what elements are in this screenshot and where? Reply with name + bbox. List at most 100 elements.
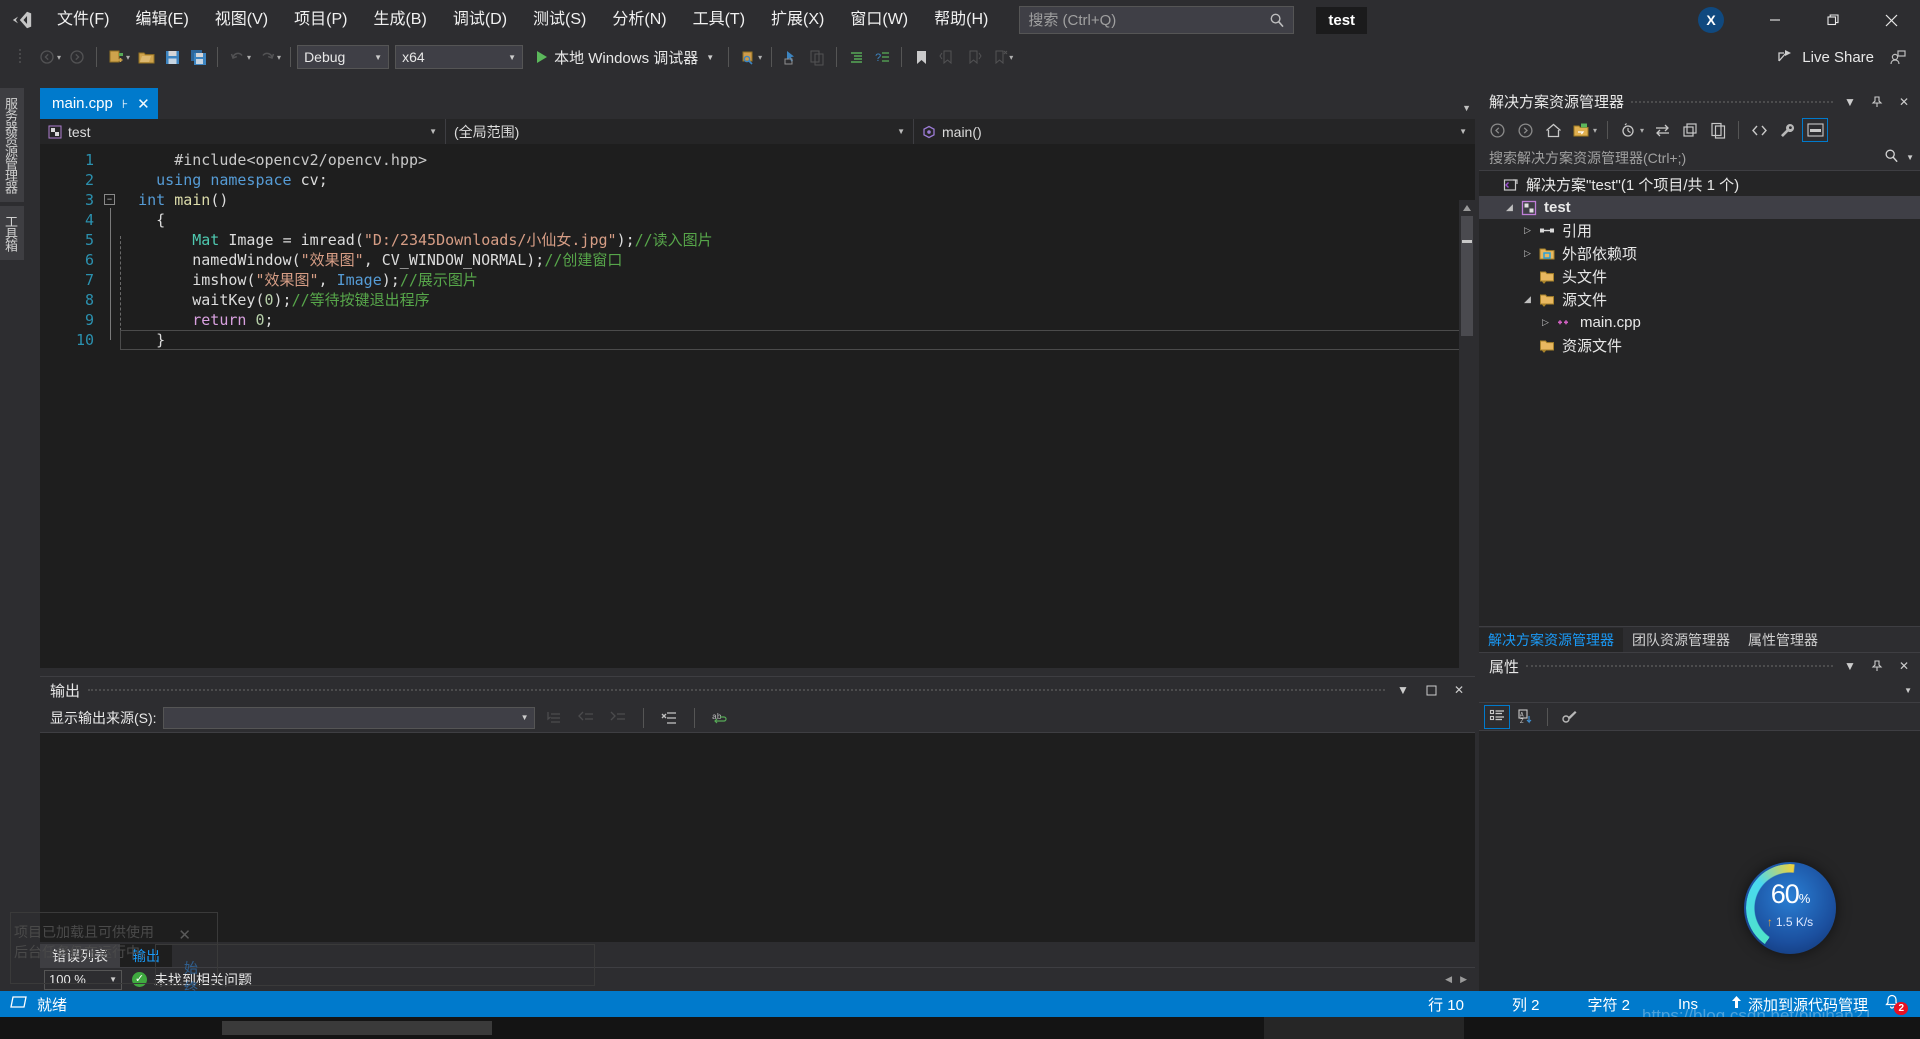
close-icon[interactable]: ✕ [1894,656,1914,676]
start-debugging-button[interactable]: 本地 Windows 调试器 ▼ [529,44,722,70]
search-input[interactable] [1028,11,1270,29]
solution-config-combo[interactable]: Debug ▼ [297,45,390,69]
account-avatar[interactable]: X [1698,7,1724,33]
collapse-main-icon[interactable]: − [104,194,115,205]
menu-debug[interactable]: 调试(D) [440,0,520,40]
select-element-icon[interactable] [778,44,804,70]
output-source-combo[interactable]: ▼ [162,706,535,729]
global-search-box[interactable] [1019,6,1295,34]
close-icon[interactable]: ✕ [137,95,150,113]
pin-icon[interactable] [1867,92,1887,112]
solution-tree[interactable]: 解决方案"test"(1 个项目/共 1 个) ◢ test ▷ 引用 ▷ 外部依赖项 头文件… [1479,171,1920,626]
pending-changes-icon[interactable] [1615,118,1641,142]
redo-icon[interactable] [254,44,280,70]
scroll-up-icon[interactable] [1459,200,1475,216]
nav-scope-combo[interactable]: (全局范围) ▼ [446,119,914,144]
tree-item-2[interactable]: ▷ 引用 [1479,219,1920,242]
close-icon[interactable]: ✕ [1449,680,1469,700]
nav-forward-icon[interactable] [1512,118,1538,142]
undo-icon[interactable] [224,44,250,70]
menu-tools[interactable]: 工具(T) [680,0,758,40]
add-to-source-control-button[interactable]: 添加到源代码管理 [1722,991,1876,1017]
chevron-down-icon[interactable]: ◢ [1519,294,1536,305]
collapse-all-icon[interactable] [1677,118,1703,142]
open-folder-icon[interactable] [133,44,159,70]
minimize-icon[interactable] [1746,0,1804,40]
menu-window[interactable]: 窗口(W) [837,0,921,40]
new-item-icon[interactable] [103,44,129,70]
scroll-left-icon[interactable]: ◀ [1441,974,1456,985]
output-text-body[interactable] [40,733,1475,966]
document-tab-main-cpp[interactable]: main.cpp ⊦ ✕ [40,88,158,119]
project-name-chip[interactable]: test [1316,6,1368,34]
menu-view[interactable]: 视图(V) [202,0,281,40]
save-icon[interactable] [159,44,185,70]
editor-horizontal-scrollbar[interactable]: ◀ ▶ [262,974,1471,985]
clear-all-icon[interactable] [656,705,682,731]
pin-icon[interactable] [1867,656,1887,676]
go-to-message-icon[interactable] [541,705,567,731]
save-all-icon[interactable] [185,44,211,70]
chevron-right-icon[interactable]: ▷ [1519,248,1536,259]
chevron-down-icon[interactable]: ▾ [1593,126,1597,135]
nav-back-icon[interactable] [34,44,60,70]
chevron-right-icon[interactable]: ▷ [1537,317,1554,328]
editor-vertical-scrollbar[interactable] [1459,200,1475,668]
chevron-down-icon[interactable]: ▼ [706,53,714,62]
next-bookmark-icon[interactable] [960,44,986,70]
chevron-down-icon[interactable]: ▼ [1840,92,1860,112]
nav-forward-icon[interactable] [64,44,90,70]
tab-team-explorer[interactable]: 团队资源管理器 [1623,628,1739,652]
feedback-icon[interactable] [1884,44,1910,70]
scroll-right-icon[interactable]: ▶ [1456,974,1471,985]
zoom-level-combo[interactable]: 100 % ▼ [44,969,122,990]
tab-error-list[interactable]: 错误列表 [40,944,120,967]
menu-build[interactable]: 生成(B) [360,0,439,40]
copy-element-icon[interactable] [804,44,830,70]
tab-solution-explorer[interactable]: 解决方案资源管理器 [1479,628,1623,652]
chevron-down-icon[interactable]: ◢ [1501,202,1518,213]
menu-file[interactable]: 文件(F) [44,0,122,40]
chevron-down-icon[interactable]: ▾ [1640,126,1644,135]
solution-search-input[interactable] [1489,149,1885,166]
attach-process-icon[interactable] [735,44,761,70]
tab-property-manager[interactable]: 属性管理器 [1739,628,1827,652]
live-share-button[interactable]: Live Share [1767,43,1884,71]
nav-member-combo[interactable]: main() ▼ [914,119,1475,144]
tree-item-6[interactable]: ▷ main.cpp [1479,311,1920,334]
solution-explorer-search[interactable]: ▼ [1479,145,1920,171]
next-message-icon[interactable] [605,705,631,731]
tab-overflow-icon[interactable]: ▼ [1462,103,1471,113]
home-icon[interactable] [1540,118,1566,142]
bookmark-icon[interactable] [908,44,934,70]
clear-bookmarks-icon[interactable] [986,44,1012,70]
tree-item-5[interactable]: ◢ 源文件 [1479,288,1920,311]
menu-extensions[interactable]: 扩展(X) [758,0,837,40]
chevron-down-icon[interactable]: ▼ [1906,153,1914,162]
restore-icon[interactable] [1804,0,1862,40]
nav-back-icon[interactable] [1484,118,1510,142]
tree-item-0[interactable]: 解决方案"test"(1 个项目/共 1 个) [1479,173,1920,196]
chevron-down-icon[interactable]: ▼ [1840,656,1860,676]
properties-object-combo[interactable]: ▼ [1479,679,1920,703]
menu-test[interactable]: 测试(S) [520,0,599,40]
property-pages-icon[interactable] [1556,705,1582,729]
indent-list-icon[interactable] [843,44,869,70]
pin-icon[interactable]: ⊦ [122,97,128,111]
preview-pane-icon[interactable] [1802,118,1829,142]
sidebar-item-server-explorer[interactable]: 服务器资源管理器 [0,88,24,202]
network-speed-widget[interactable]: 60% ↑ 1.5 K/s [1744,862,1836,954]
nav-project-combo[interactable]: test ▼ [40,119,446,144]
outlining-margin[interactable]: − [102,144,121,668]
notification-bell-button[interactable]: 2 [1880,994,1910,1015]
tab-output[interactable]: 输出 [120,944,172,967]
tree-item-4[interactable]: 头文件 [1479,265,1920,288]
quick-info-icon[interactable]: ? [869,44,895,70]
previous-message-icon[interactable] [573,705,599,731]
chevron-right-icon[interactable]: ▷ [1519,225,1536,236]
categorized-icon[interactable] [1484,704,1510,729]
menu-analyze[interactable]: 分析(N) [599,0,679,40]
sidebar-item-toolbox[interactable]: 工具箱 [0,206,24,260]
sync-icon[interactable] [1649,118,1675,142]
tree-item-3[interactable]: ▷ 外部依赖项 [1479,242,1920,265]
